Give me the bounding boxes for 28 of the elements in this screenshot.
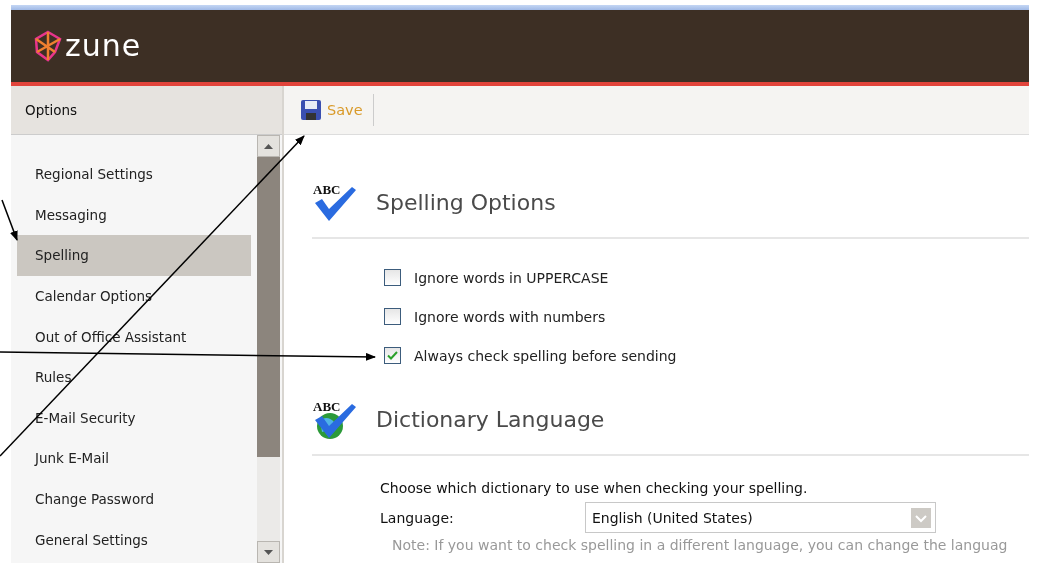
scroll-down-icon[interactable]	[264, 549, 273, 555]
checkmark-icon	[387, 351, 398, 360]
checkbox-label: Always check spelling before sending	[414, 347, 677, 364]
section-title: Dictionary Language	[376, 406, 605, 432]
checkbox[interactable]	[384, 308, 401, 325]
logo-text: zune	[65, 31, 142, 61]
checkbox-label: Ignore words with numbers	[414, 308, 606, 325]
scrollbar[interactable]	[257, 135, 280, 563]
sidebar-title: Options	[11, 86, 282, 135]
sidebar-item[interactable]: E-Mail Security	[17, 397, 251, 439]
sidebar-item[interactable]: Junk E-Mail	[17, 438, 251, 479]
note-text: Note: If you want to check spelling in a different language, you can change the languag	[391, 537, 1009, 553]
sidebar-item[interactable]: Messaging	[17, 194, 251, 236]
sidebar-item[interactable]: Rules	[17, 356, 251, 398]
sidebar-item[interactable]: Spelling	[17, 235, 251, 276]
checkbox-label: Ignore words in UPPERCASE	[414, 269, 609, 286]
scroll-up-icon[interactable]	[264, 143, 273, 149]
description-text: Choose which dictionary to use when checking your spelling.	[380, 480, 809, 496]
language-dropdown[interactable]: English (United States)	[585, 502, 936, 533]
checkbox[interactable]	[384, 269, 401, 286]
checkbox[interactable]	[384, 347, 401, 364]
section-title: Spelling Options	[376, 189, 556, 215]
field-label: Language:	[380, 509, 455, 526]
sidebar-item[interactable]: Change Password	[17, 478, 251, 520]
sidebar-item[interactable]: General Settings	[17, 519, 251, 560]
sidebar-item[interactable]: Regional Settings	[17, 154, 251, 195]
logo-icon	[33, 30, 63, 62]
sidebar-item[interactable]: Calendar Options	[17, 275, 251, 317]
